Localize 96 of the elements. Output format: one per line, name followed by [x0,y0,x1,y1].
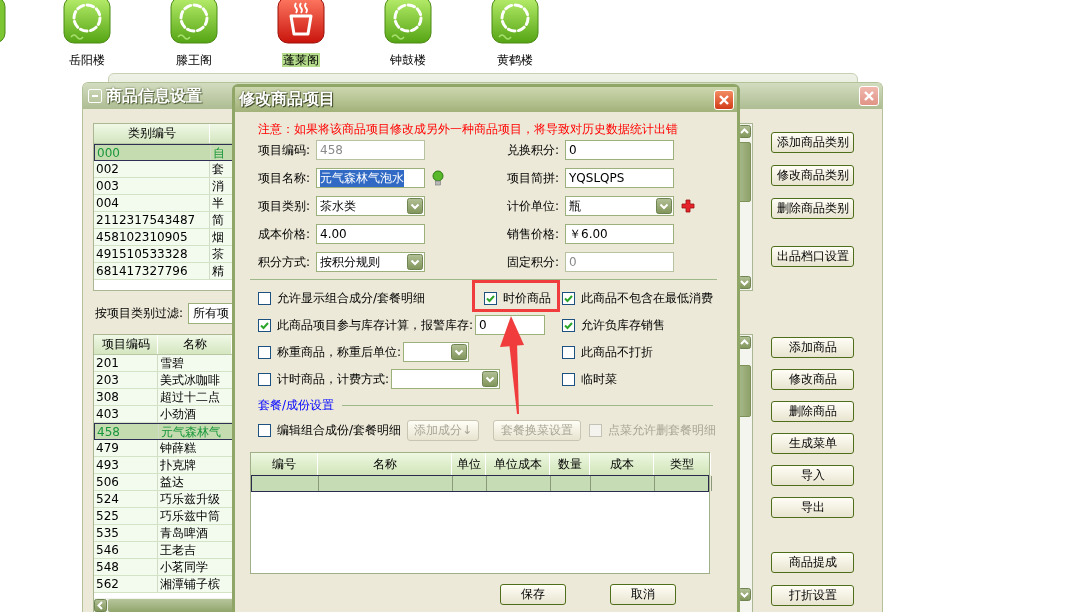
action-button[interactable]: 添加商品 [771,337,854,358]
table-cell: 201 [94,355,158,371]
close-icon [718,93,730,106]
table-cell: 203 [94,372,158,388]
dropdown-field[interactable] [403,342,470,362]
chevron-down-icon[interactable] [482,371,499,387]
dialog-button[interactable]: 取消 [610,584,676,605]
text-field[interactable]: YQSLQPS [565,168,674,188]
column-header: 类别编号 [94,124,210,143]
table-cell: 506 [94,474,158,490]
chevron-down-icon[interactable] [407,254,423,270]
dropdown-field[interactable]: 茶水类 [316,196,425,216]
table-cell: 004 [94,195,210,211]
action-button[interactable]: 导入 [771,465,854,486]
swirl-app-icon[interactable] [169,0,218,44]
table-cell: 681417327796 [94,263,210,279]
checkbox[interactable] [258,318,271,332]
checkbox[interactable] [258,345,271,359]
table-cell: 546 [94,542,158,558]
table-cell: 2112317543487 [94,212,210,228]
checkbox-label: 编辑组合成份/套餐明细 [277,422,402,439]
chevron-down-icon[interactable] [656,198,672,214]
checkbox[interactable] [562,345,575,359]
checkbox-label: 时价商品 [503,289,551,307]
chevron-down-icon[interactable] [451,344,468,360]
action-button[interactable]: 修改商品类别 [771,165,854,186]
swirl-app-icon[interactable] [62,0,111,44]
app-icon[interactable] [0,0,6,44]
table-cell: 491510533328 [94,246,210,262]
app-label[interactable]: 钟鼓楼 [388,53,427,67]
action-button[interactable]: 商品提成 [771,552,854,573]
action-button[interactable]: 添加商品类别 [771,132,854,153]
checkbox-label: 允许负库存销售 [581,316,665,334]
dialog-button[interactable]: 保存 [500,584,566,605]
chevron-down-icon[interactable] [407,198,423,214]
hot-cup-app-icon[interactable] [276,0,325,44]
text-field[interactable]: 4.00 [316,224,425,244]
table-cell: 525 [94,508,158,524]
column-header: 项目编码 [94,335,158,354]
table-cell: 493 [94,457,158,473]
close-button[interactable] [859,86,879,106]
action-button[interactable]: 导出 [771,497,854,518]
table-cell: 458 [95,424,159,439]
checkbox[interactable] [258,291,271,305]
app-label[interactable]: 蓬莱阁 [281,53,320,67]
close-icon [863,90,875,102]
checkbox-label: 点菜允许删套餐明细 [608,422,717,439]
close-button[interactable] [714,89,734,110]
swirl-app-icon[interactable] [490,0,539,44]
table-cell: 403 [94,406,158,422]
checkbox-label: 计时商品，计费方式: [277,370,390,388]
checkbox-label: 临时菜 [581,370,617,388]
action-button[interactable]: 删除商品类别 [771,198,854,219]
text-field[interactable]: ￥6.00 [565,224,674,244]
table-cell: 000 [95,145,211,160]
action-button[interactable]: 修改商品 [771,369,854,390]
checkbox[interactable] [484,291,497,305]
table-cell: 002 [94,161,210,177]
table-row[interactable] [251,475,709,492]
app-label[interactable]: 滕王阁 [174,53,213,67]
warning-text: 注意：如果将该商品项目修改成另外一种商品项目，将导致对历史数据统计出错 [258,121,679,137]
text-field[interactable]: 元气森林气泡水 [316,168,425,188]
table-cell: 458102310905 [94,229,210,245]
action-button[interactable]: 打折设置 [771,585,854,606]
checkbox[interactable] [562,318,575,332]
table-cell: 524 [94,491,158,507]
action-button[interactable]: 删除商品 [771,401,854,422]
table-cell: 003 [94,178,210,194]
checkbox-label: 此商品项目参与库存计算，报警库存: [277,316,474,334]
checkbox[interactable] [258,372,271,386]
dialog-title: 修改商品项目 [239,89,335,110]
scroll-left-icon[interactable] [94,599,107,612]
plus-icon[interactable] [681,199,695,213]
table-cell: 479 [94,440,158,456]
dropdown-field[interactable] [391,369,501,389]
app-label[interactable]: 黄鹤楼 [495,53,534,67]
action-button[interactable]: 生成菜单 [771,433,854,454]
filter-label: 按项目类别过滤: [95,305,185,322]
dropdown-field[interactable]: 瓶 [565,196,674,216]
table-cell: 562 [94,576,158,592]
checkbox[interactable] [258,424,271,437]
app-label[interactable]: 岳阳楼 [67,53,106,67]
dropdown-field[interactable]: 按积分规则 [316,252,425,272]
checkbox[interactable] [562,372,575,386]
lightbulb-icon [432,170,444,186]
text-field[interactable]: 0 [565,140,674,160]
stock-alert-field[interactable]: 0 [475,315,546,335]
table-cell: 535 [94,525,158,541]
checkbox[interactable] [562,291,575,305]
table-cell: 548 [94,559,158,575]
checkbox-label: 此商品不包含在最低消费 [581,289,713,307]
window-title: 商品信息设置 [106,85,202,107]
swirl-app-icon[interactable] [383,0,432,44]
checkbox-label: 允许显示组合成分/套餐明细 [277,289,426,307]
table-cell: 308 [94,389,158,405]
action-button[interactable]: 出品档口设置 [771,246,854,267]
